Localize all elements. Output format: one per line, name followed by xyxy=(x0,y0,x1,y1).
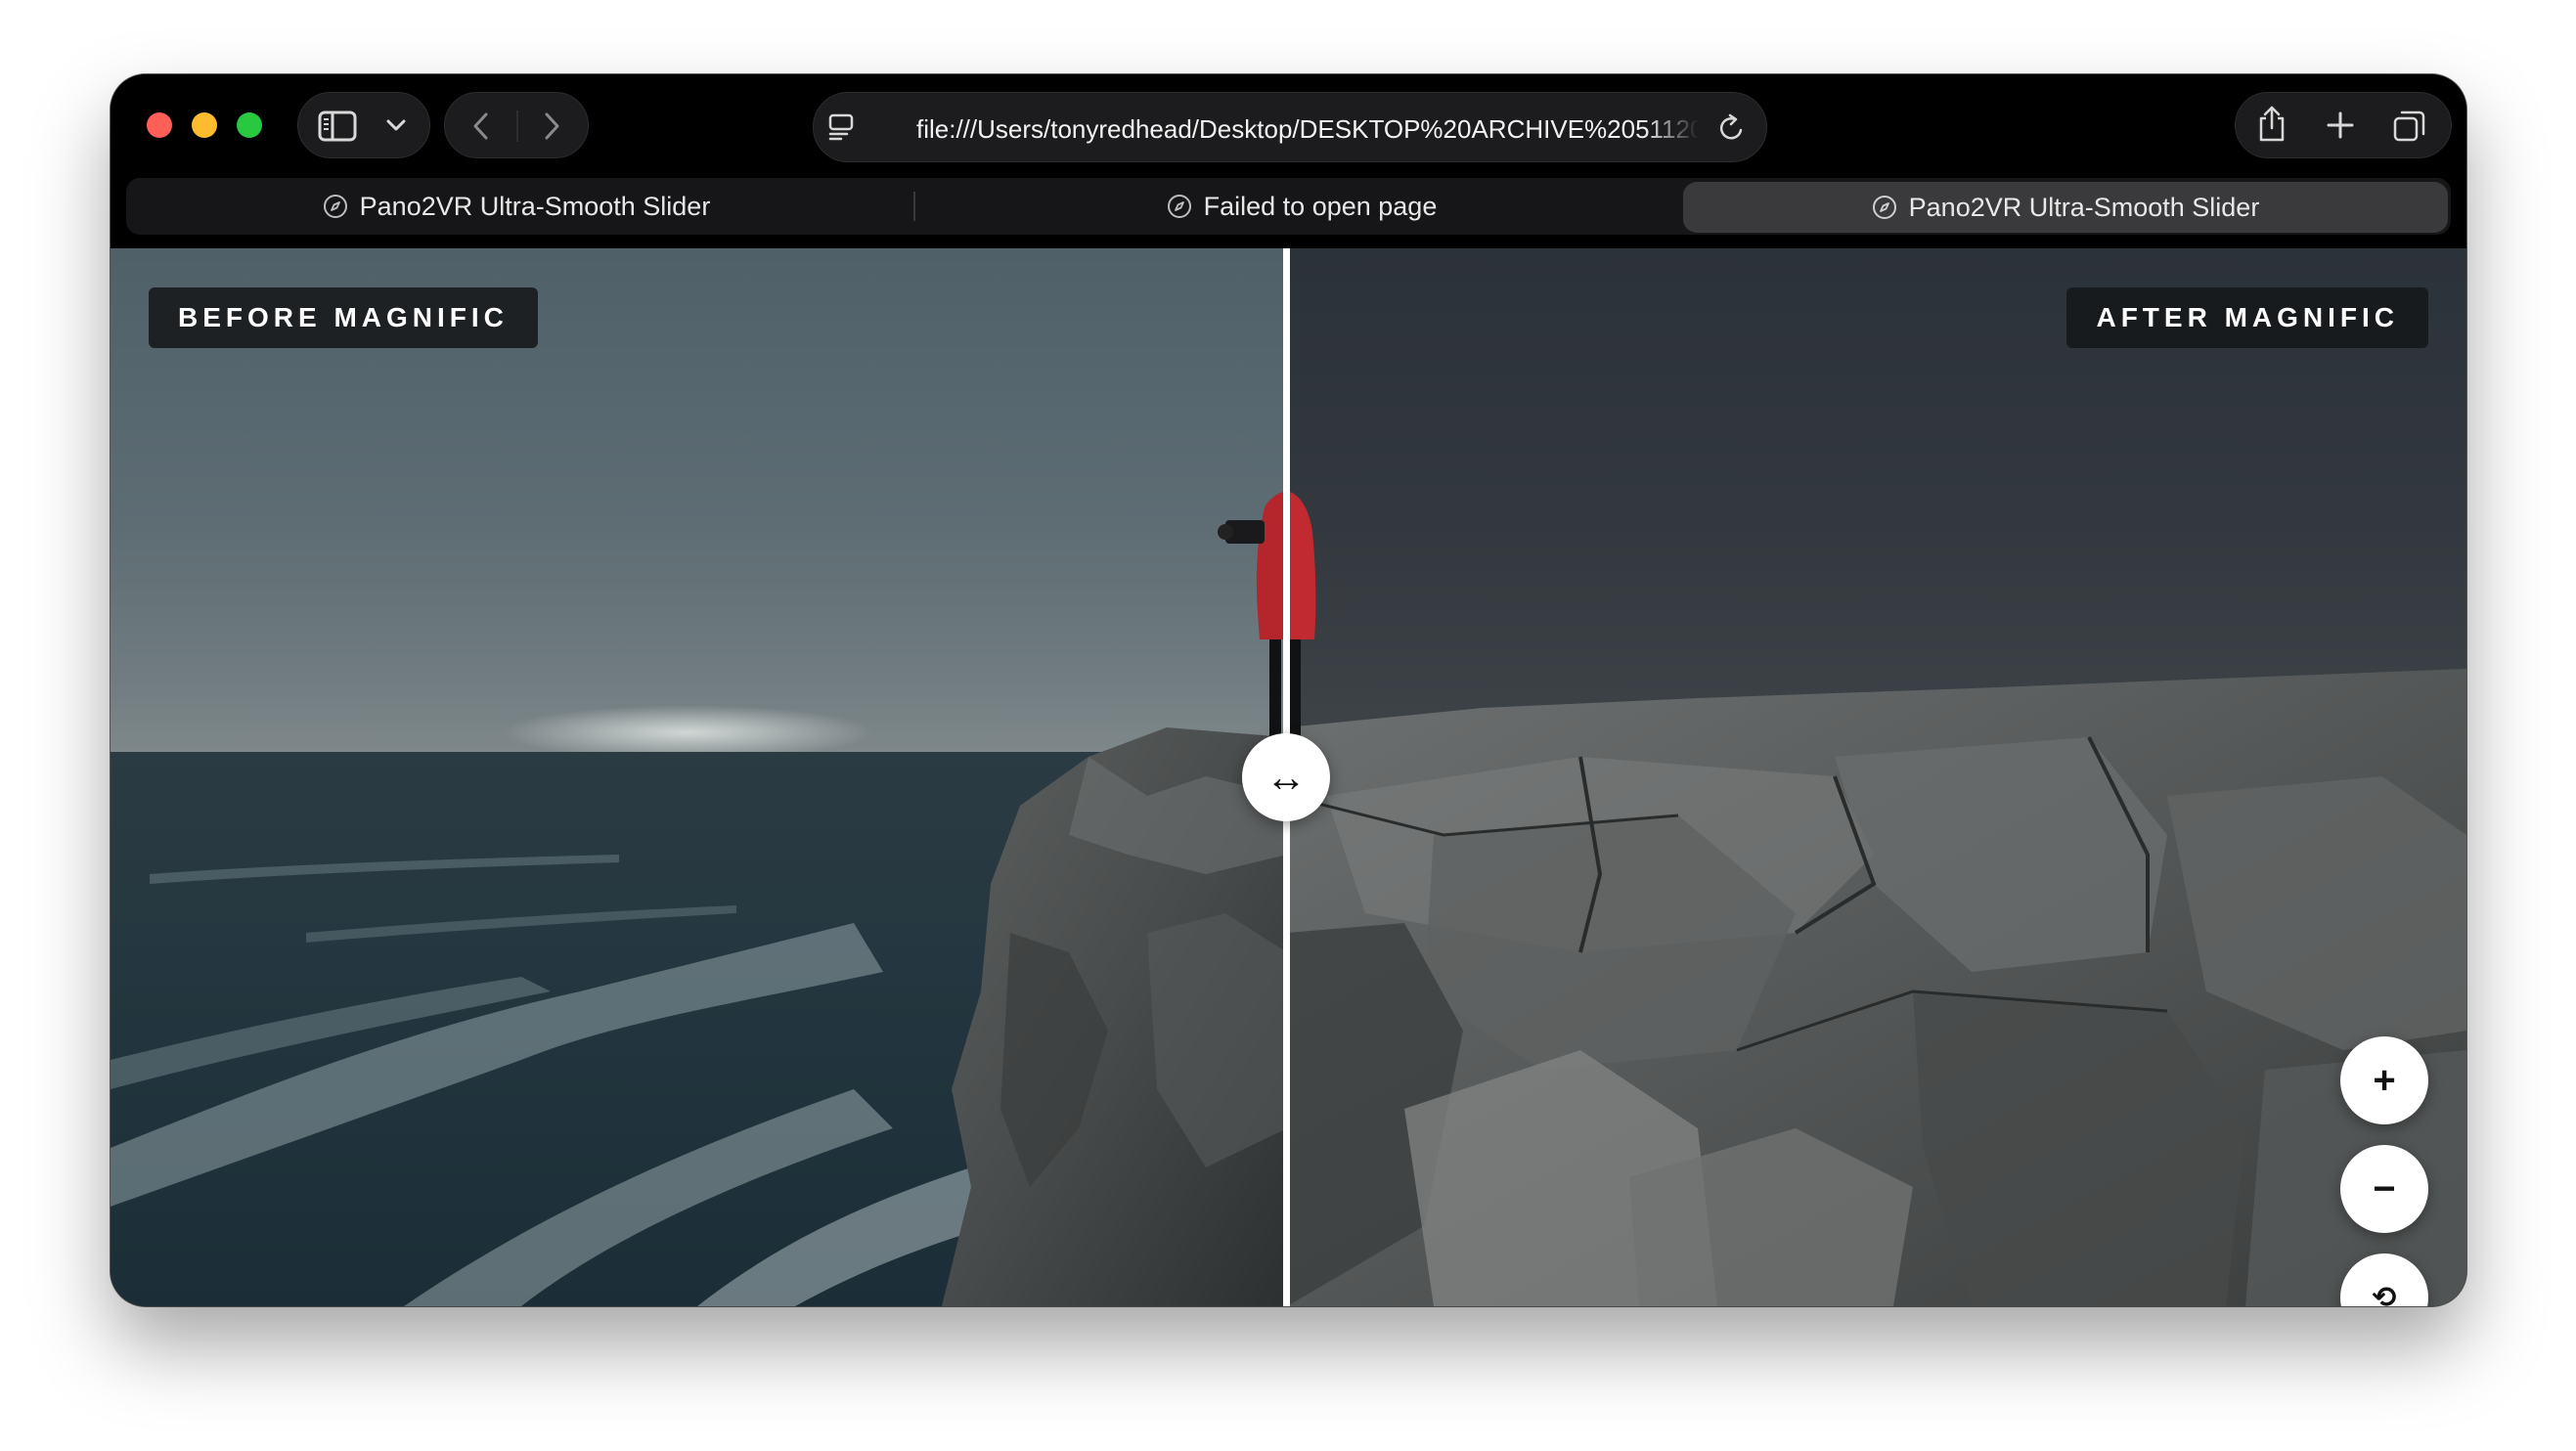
tab-separator xyxy=(913,192,915,221)
compass-icon xyxy=(1167,195,1191,218)
after-label: AFTER MAGNIFIC xyxy=(2066,287,2428,348)
comparison-slider[interactable]: BEFORE MAGNIFIC AFTER MAGNIFIC ↔ + − ⟲ xyxy=(111,248,2466,1306)
plus-icon: + xyxy=(2373,1058,2396,1102)
before-image: BEFORE MAGNIFIC xyxy=(111,248,1287,1306)
plus-icon[interactable] xyxy=(2326,110,2355,140)
sidebar-toggle-group[interactable] xyxy=(297,92,430,158)
tab-bar: Pano2VR Ultra-Smooth Slider Failed to op… xyxy=(126,178,2451,235)
minus-icon: − xyxy=(2373,1166,2396,1210)
tab-title: Pano2VR Ultra-Smooth Slider xyxy=(1908,192,2260,222)
compass-icon xyxy=(1872,196,1896,219)
chevron-left-icon[interactable] xyxy=(470,110,492,142)
tab-pano2vr-active[interactable]: Pano2VR Ultra-Smooth Slider xyxy=(1683,182,2448,233)
chevron-right-icon[interactable] xyxy=(541,110,562,142)
toolbar-actions-group xyxy=(2235,92,2452,158)
reload-icon[interactable] xyxy=(1717,112,1747,144)
close-window-button[interactable] xyxy=(147,112,172,138)
zoom-in-button[interactable]: + xyxy=(2340,1036,2428,1124)
tab-title: Pano2VR Ultra-Smooth Slider xyxy=(359,191,711,221)
browser-toolbar: file:///Users/tonyredhead/Desktop/DESKTO… xyxy=(111,74,2466,174)
reset-icon: ⟲ xyxy=(2372,1281,2397,1307)
navigation-group xyxy=(444,92,589,158)
tab-title: Failed to open page xyxy=(1203,191,1438,221)
compass-icon xyxy=(323,195,347,218)
before-label: BEFORE MAGNIFIC xyxy=(149,287,538,348)
zoom-out-button[interactable]: − xyxy=(2340,1145,2428,1233)
chevron-down-icon[interactable] xyxy=(384,116,408,134)
tab-pano2vr-1[interactable]: Pano2VR Ultra-Smooth Slider xyxy=(126,178,907,235)
address-bar[interactable]: file:///Users/tonyredhead/Desktop/DESKTO… xyxy=(813,92,1767,162)
after-image: AFTER MAGNIFIC xyxy=(1287,248,2466,1306)
browser-window: file:///Users/tonyredhead/Desktop/DESKTO… xyxy=(111,74,2466,1306)
tab-failed-to-open[interactable]: Failed to open page xyxy=(920,178,1683,235)
zoom-window-button[interactable] xyxy=(237,112,262,138)
arrows-horizontal-icon: ↔ xyxy=(1266,754,1307,800)
sidebar-icon[interactable] xyxy=(318,110,357,142)
minimize-window-button[interactable] xyxy=(192,112,217,138)
share-icon[interactable] xyxy=(2255,105,2288,144)
navigation-separator xyxy=(516,110,518,142)
url-text[interactable]: file:///Users/tonyredhead/Desktop/DESKTO… xyxy=(916,112,1699,146)
page-menu-icon[interactable] xyxy=(827,112,857,142)
slider-handle[interactable]: ↔ xyxy=(1242,733,1330,821)
tabs-overview-icon[interactable] xyxy=(2392,109,2427,144)
